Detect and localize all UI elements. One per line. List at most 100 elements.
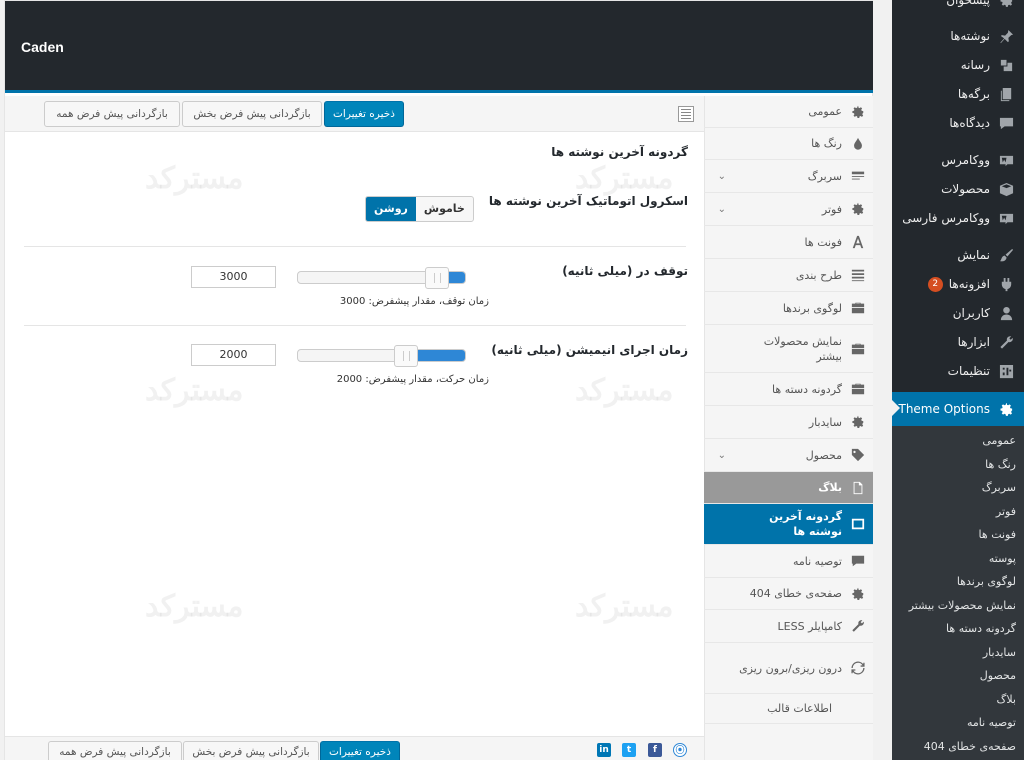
pause-slider[interactable] — [297, 267, 466, 289]
reset-all-button-bottom[interactable]: بازگردانی پیش فرض همه — [48, 741, 182, 760]
options-nav-item-16[interactable]: درون ریزی/برون ریزی — [704, 643, 874, 694]
bottom-toolbar: ذخیره تغییرات بازگردانی پیش فرض بخش بازگ… — [5, 736, 704, 760]
wp-menu-item-2[interactable]: برگه‌ها — [892, 80, 1024, 108]
wp-menu-item-10[interactable]: ابزارها — [892, 328, 1024, 356]
wp-menu-item-3[interactable]: دیدگاه‌ها — [892, 109, 1024, 137]
animation-slider-handle[interactable] — [394, 345, 418, 367]
reset-section-button[interactable]: بازگردانی پیش فرض بخش — [182, 101, 322, 127]
wp-menu-label: تنظیمات — [947, 364, 990, 378]
wp-menu-item-0[interactable]: نوشته‌ها — [892, 22, 1024, 50]
briefcase-icon — [850, 381, 866, 397]
wp-menu-item-7[interactable]: نمایش — [892, 241, 1024, 269]
submenu-item-9[interactable]: سایدبار — [892, 641, 1024, 665]
wp-menu-item-5[interactable]: محصولات — [892, 175, 1024, 203]
wrench-icon — [850, 618, 866, 634]
theme-name: Caden — [21, 39, 64, 55]
options-nav-item-11[interactable]: بلاگ — [704, 472, 874, 504]
chevron-down-icon: ⌄ — [717, 170, 726, 182]
submenu-item-7[interactable]: نمایش محصولات بیشتر — [892, 594, 1024, 618]
page-icon — [850, 480, 866, 496]
options-nav-item-6[interactable]: لوگوی برندها — [704, 292, 874, 325]
submenu-item-4[interactable]: فونت ها — [892, 523, 1024, 547]
wp-menu-theme-options[interactable]: Theme Options — [892, 392, 1024, 426]
window-icon — [850, 516, 866, 532]
submenu-item-0[interactable]: عمومی — [892, 429, 1024, 453]
facebook-icon[interactable]: f — [648, 743, 662, 757]
options-nav-item-9[interactable]: سایدبار — [704, 406, 874, 439]
animation-value-input[interactable]: 2000 — [191, 344, 276, 366]
panel-header: Caden — [5, 1, 874, 93]
animation-slider[interactable] — [297, 345, 466, 367]
wp-menu-item-dashboard[interactable]: پیشخوان — [892, 0, 1024, 14]
divider — [24, 246, 686, 247]
chevron-down-icon: ⌄ — [717, 203, 726, 215]
wp-menu-item-6[interactable]: ووکامرس فارسی — [892, 204, 1024, 232]
pause-slider-handle[interactable] — [425, 267, 449, 289]
font-icon — [850, 234, 866, 250]
wp-menu-item-9[interactable]: کاربران — [892, 299, 1024, 327]
options-nav-item-3[interactable]: فوتر ⌄ — [704, 193, 874, 226]
options-nav-item-12[interactable]: گردونه آخرین نوشته ها — [704, 504, 874, 545]
comment-icon — [850, 553, 866, 569]
wp-menu-item-1[interactable]: رسانه — [892, 51, 1024, 79]
autoscroll-on-option[interactable]: روشن — [366, 197, 416, 221]
options-nav-item-2[interactable]: سربرگ ⌄ — [704, 160, 874, 193]
submenu-item-6[interactable]: لوگوی برندها — [892, 570, 1024, 594]
gear-icon — [850, 201, 866, 217]
reset-all-button[interactable]: بازگردانی پیش فرض همه — [44, 101, 180, 127]
shield-icon[interactable]: ⦿ — [673, 743, 687, 757]
user-icon — [996, 303, 1016, 323]
submenu-item-3[interactable]: فوتر — [892, 500, 1024, 524]
gear-icon — [850, 414, 866, 430]
options-nav-item-17[interactable]: اطلاعات قالب — [704, 694, 874, 724]
theme-options-submenu: عمومی رنگ ها سربرگ فوتر فونت ها پوسته لوگوی بر… — [892, 426, 1024, 760]
pause-hint: زمان توقف، مقدار پیشفرض: 3000 — [339, 296, 489, 307]
options-nav-item-5[interactable]: طرح بندی — [704, 259, 874, 292]
options-nav-item-13[interactable]: توصیه نامه — [704, 545, 874, 578]
options-nav-item-0[interactable]: عمومی — [704, 96, 874, 128]
options-nav-item-7[interactable]: نمایش محصولات بیشتر — [704, 325, 874, 373]
submenu-item-10[interactable]: محصول — [892, 664, 1024, 688]
wp-menu-item-4[interactable]: ووکامرس — [892, 146, 1024, 174]
autoscroll-switch[interactable]: روشن خاموش — [365, 196, 474, 222]
options-nav-label: کامپایلر LESS — [777, 619, 842, 633]
reset-section-button-bottom[interactable]: بازگردانی پیش فرض بخش — [183, 741, 319, 760]
options-nav-label: بلاگ — [818, 481, 842, 494]
twitter-icon[interactable]: t — [622, 743, 636, 757]
options-nav-item-15[interactable]: کامپایلر LESS — [704, 610, 874, 643]
wp-menu-label: پیشخوان — [946, 0, 990, 7]
options-nav-label: سایدبار — [808, 415, 842, 429]
media-icon — [996, 55, 1016, 75]
linkedin-icon[interactable]: in — [597, 743, 611, 757]
layout-toggle-icon[interactable] — [678, 106, 694, 122]
options-nav-label: توصیه نامه — [792, 554, 842, 568]
animation-label: زمان اجرای انیمیشن (میلی ثانیه) — [491, 343, 688, 357]
options-nav-item-10[interactable]: محصول ⌄ — [704, 439, 874, 472]
gear-icon — [850, 586, 866, 602]
submenu-item-13[interactable]: صفحه‌ی خطای 404 — [892, 735, 1024, 759]
options-nav-item-8[interactable]: گردونه دسته ها — [704, 373, 874, 406]
options-nav-item-1[interactable]: رنگ ها — [704, 128, 874, 160]
wp-menu-label: ووکامرس فارسی — [902, 211, 990, 225]
wp-menu-item-11[interactable]: تنظیمات — [892, 357, 1024, 385]
options-content: گردونه آخرین نوشته ها اسکرول اتوماتیک آخ… — [5, 133, 704, 736]
submenu-item-2[interactable]: سربرگ — [892, 476, 1024, 500]
submenu-item-5[interactable]: پوسته — [892, 547, 1024, 571]
submenu-item-8[interactable]: گردونه دسته ها — [892, 617, 1024, 641]
options-nav-item-4[interactable]: فونت ها — [704, 226, 874, 259]
section-title: گردونه آخرین نوشته ها — [551, 145, 688, 159]
options-nav-label: درون ریزی/برون ریزی — [739, 661, 842, 675]
save-button[interactable]: ذخیره تغییرات — [324, 101, 404, 127]
wp-menu-item-8[interactable]: افزونه‌ها 2 — [892, 270, 1024, 298]
gutter — [873, 0, 892, 760]
submenu-item-11[interactable]: بلاگ — [892, 688, 1024, 712]
submenu-item-1[interactable]: رنگ ها — [892, 453, 1024, 477]
header-icon — [850, 168, 866, 184]
briefcase-icon — [850, 300, 866, 316]
submenu-item-12[interactable]: توصیه نامه — [892, 711, 1024, 735]
autoscroll-off-option[interactable]: خاموش — [416, 197, 473, 221]
options-nav-item-14[interactable]: صفحه‌ی خطای 404 — [704, 578, 874, 610]
options-nav-label: صفحه‌ی خطای 404 — [749, 587, 842, 600]
pause-value-input[interactable]: 3000 — [191, 266, 276, 288]
save-button-bottom[interactable]: ذخیره تغییرات — [320, 741, 400, 760]
